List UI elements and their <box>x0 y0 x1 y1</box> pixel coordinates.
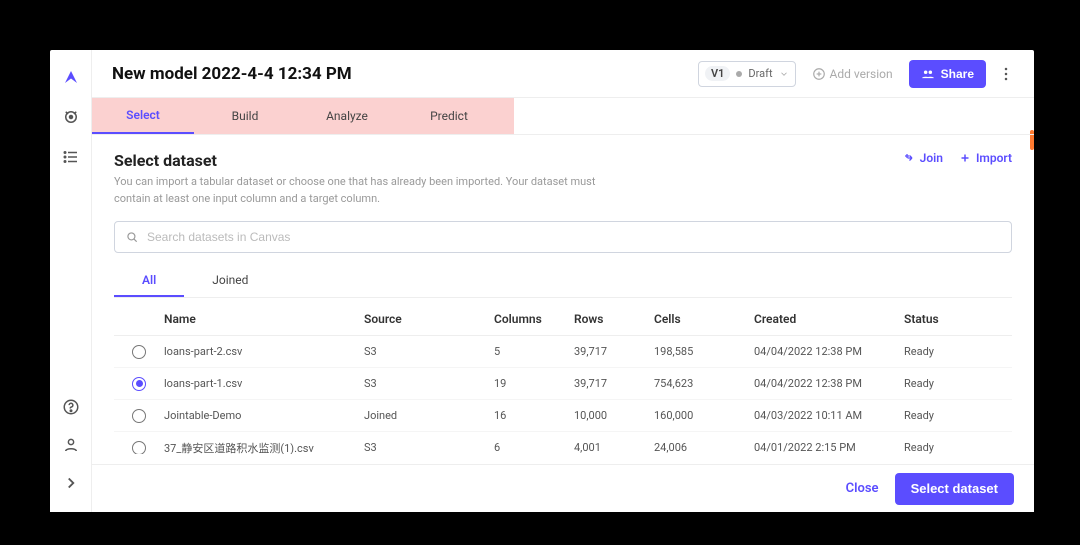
tab-analyze[interactable]: Analyze <box>296 98 398 134</box>
chevron-right-icon[interactable] <box>62 474 80 492</box>
cell-name: loans-part-2.csv <box>164 345 364 358</box>
row-radio[interactable] <box>132 409 146 423</box>
add-version-button[interactable]: Add version <box>806 63 899 85</box>
target-icon[interactable] <box>62 108 80 126</box>
content-area: Select dataset You can import a tabular … <box>92 135 1034 464</box>
cell-source: Joined <box>364 409 494 422</box>
app-window: New model 2022-4-4 12:34 PM V1 Draft Add… <box>50 50 1034 512</box>
search-input[interactable] <box>147 230 1001 244</box>
close-button[interactable]: Close <box>846 481 879 496</box>
cell-created: 04/03/2022 10:11 AM <box>754 409 904 422</box>
version-dropdown[interactable]: V1 Draft <box>698 61 796 87</box>
table-row[interactable]: loans-part-2.csv S3 5 39,717 198,585 04/… <box>114 336 1012 368</box>
cell-cells: 754,623 <box>654 377 754 390</box>
cell-columns: 19 <box>494 377 574 390</box>
cell-columns: 6 <box>494 441 574 454</box>
table-row[interactable]: Jointable-Demo Joined 16 10,000 160,000 … <box>114 400 1012 432</box>
section-subtitle: You can import a tabular dataset or choo… <box>114 174 634 207</box>
table-row[interactable]: loans-part-1.csv S3 19 39,717 754,623 04… <box>114 368 1012 400</box>
cell-rows: 4,001 <box>574 441 654 454</box>
page-title: New model 2022-4-4 12:34 PM <box>112 64 352 84</box>
cell-created: 04/01/2022 2:15 PM <box>754 441 904 454</box>
cell-source: S3 <box>364 377 494 390</box>
status-dot-icon <box>736 71 742 77</box>
cell-name: 37_静安区道路积水监测(1).csv <box>164 440 364 455</box>
subtabs-bar: AllJoined <box>114 265 1012 298</box>
col-source: Source <box>364 312 494 326</box>
col-created: Created <box>754 312 904 326</box>
subtab-all[interactable]: All <box>114 265 184 297</box>
cell-source: S3 <box>364 345 494 358</box>
col-rows: Rows <box>574 312 654 326</box>
cell-rows: 39,717 <box>574 345 654 358</box>
cell-status: Ready <box>904 409 1004 422</box>
cell-created: 04/04/2022 12:38 PM <box>754 345 904 358</box>
people-icon <box>921 67 935 81</box>
search-box[interactable] <box>114 221 1012 253</box>
import-button[interactable]: Import <box>959 151 1012 165</box>
cell-rows: 10,000 <box>574 409 654 422</box>
user-icon[interactable] <box>62 436 80 454</box>
col-cells: Cells <box>654 312 754 326</box>
col-name: Name <box>164 312 364 326</box>
cell-cells: 160,000 <box>654 409 754 422</box>
add-version-label: Add version <box>830 67 893 81</box>
join-icon <box>903 152 915 164</box>
subtab-joined[interactable]: Joined <box>184 265 276 297</box>
search-icon <box>125 230 139 244</box>
cell-cells: 24,006 <box>654 441 754 454</box>
join-label: Join <box>920 151 943 165</box>
table-row[interactable]: 37_静安区道路积水监测(1).csv S3 6 4,001 24,006 04… <box>114 432 1012 454</box>
list-icon[interactable] <box>62 148 80 166</box>
tab-predict[interactable]: Predict <box>398 98 500 134</box>
row-radio[interactable] <box>132 441 146 455</box>
tab-build[interactable]: Build <box>194 98 296 134</box>
table-header-row: Name Source Columns Rows Cells Created S… <box>114 302 1012 336</box>
cell-cells: 198,585 <box>654 345 754 358</box>
share-button[interactable]: Share <box>909 60 986 88</box>
kebab-menu-icon[interactable] <box>996 60 1016 88</box>
tab-select[interactable]: Select <box>92 98 194 134</box>
help-icon[interactable] <box>62 398 80 416</box>
row-radio[interactable] <box>132 345 146 359</box>
logo-icon[interactable] <box>62 68 80 86</box>
cell-source: S3 <box>364 441 494 454</box>
version-status: Draft <box>748 67 772 80</box>
section-title: Select dataset <box>114 151 634 170</box>
row-radio[interactable] <box>132 377 146 391</box>
col-columns: Columns <box>494 312 574 326</box>
cell-status: Ready <box>904 441 1004 454</box>
sidebar <box>50 50 92 512</box>
chevron-down-icon <box>779 69 789 79</box>
cell-status: Ready <box>904 345 1004 358</box>
join-button[interactable]: Join <box>903 151 943 165</box>
col-status: Status <box>904 312 1004 326</box>
header: New model 2022-4-4 12:34 PM V1 Draft Add… <box>92 50 1034 98</box>
plus-icon <box>959 152 971 164</box>
plus-circle-icon <box>812 67 826 81</box>
select-dataset-button[interactable]: Select dataset <box>895 473 1014 505</box>
cell-created: 04/04/2022 12:38 PM <box>754 377 904 390</box>
cell-name: Jointable-Demo <box>164 409 364 422</box>
share-label: Share <box>941 67 974 81</box>
cell-name: loans-part-1.csv <box>164 377 364 390</box>
cell-columns: 5 <box>494 345 574 358</box>
table-wrap[interactable]: Name Source Columns Rows Cells Created S… <box>114 302 1012 454</box>
import-label: Import <box>976 151 1012 165</box>
cell-status: Ready <box>904 377 1004 390</box>
cell-columns: 16 <box>494 409 574 422</box>
tabs-bar: SelectBuildAnalyzePredict <box>92 98 1034 135</box>
version-badge: V1 <box>705 66 730 81</box>
cell-rows: 39,717 <box>574 377 654 390</box>
footer: Close Select dataset <box>92 464 1034 512</box>
main-content: New model 2022-4-4 12:34 PM V1 Draft Add… <box>92 50 1034 512</box>
